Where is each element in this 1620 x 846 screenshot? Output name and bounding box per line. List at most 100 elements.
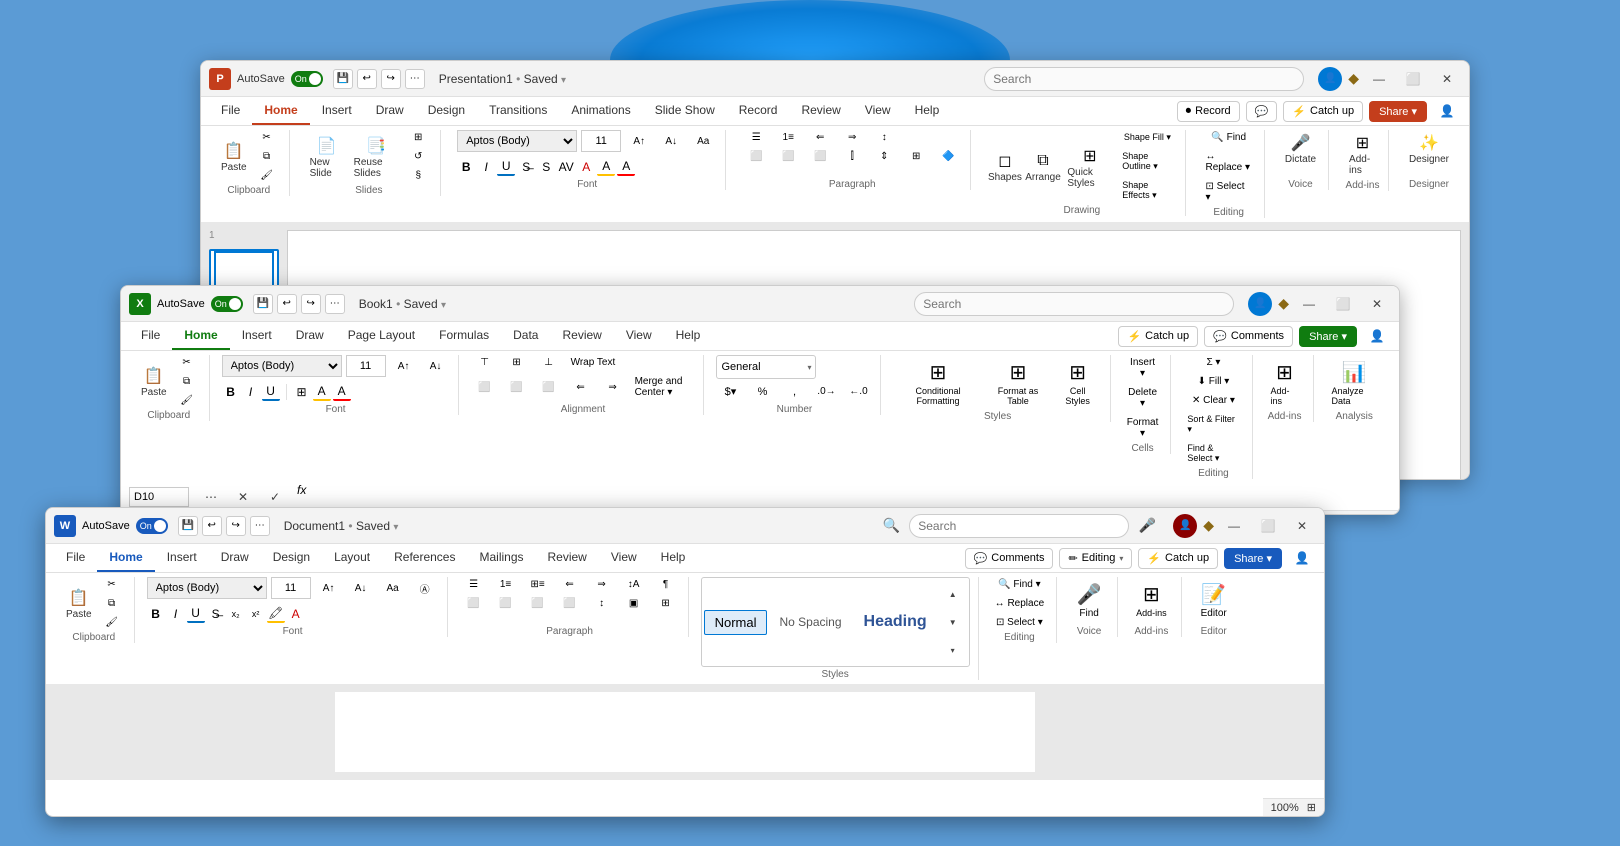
wd-person-icon[interactable]: 👤: [1288, 544, 1316, 572]
wd-strikethrough-btn[interactable]: S̶: [207, 605, 225, 623]
wd-indent-inc-btn[interactable]: ⇒: [588, 577, 616, 592]
pp-dictate-btn[interactable]: 🎤 Dictate: [1281, 130, 1320, 167]
wd-tab-review[interactable]: Review: [536, 544, 599, 572]
pp-minimize-btn[interactable]: —: [1365, 65, 1393, 93]
pp-font-shrink-btn[interactable]: A↓: [657, 134, 685, 149]
xl-addins-btn[interactable]: ⊞ Add-ins: [1265, 355, 1305, 409]
pp-font-select[interactable]: Aptos (Body): [457, 130, 577, 152]
wd-font-select[interactable]: Aptos (Body): [147, 577, 267, 599]
xl-fill-color-btn[interactable]: A: [313, 383, 331, 401]
wd-style-heading[interactable]: Heading: [854, 609, 937, 635]
pp-tab-review[interactable]: Review: [789, 97, 852, 125]
xl-save-icon[interactable]: 💾: [253, 294, 273, 314]
xl-sum-btn[interactable]: Σ ▾: [1183, 355, 1243, 370]
wd-comments-btn[interactable]: 💬 Comments: [965, 548, 1054, 569]
xl-user-avatar[interactable]: 👤: [1248, 292, 1272, 316]
pp-reuse-slides-btn[interactable]: 📑 Reuse Slides: [350, 133, 403, 181]
xl-tab-formulas[interactable]: Formulas: [427, 322, 501, 350]
wd-minimize-btn[interactable]: —: [1220, 512, 1248, 540]
wd-editor-btn[interactable]: 📝 Editor: [1194, 577, 1234, 622]
wd-underline-btn[interactable]: U: [187, 605, 205, 623]
pp-tab-insert[interactable]: Insert: [310, 97, 364, 125]
xl-copilot-icon[interactable]: ◆: [1278, 295, 1289, 312]
xl-tab-help[interactable]: Help: [664, 322, 713, 350]
wd-style-no-spacing[interactable]: No Spacing: [769, 611, 851, 633]
pp-underline-btn[interactable]: U: [497, 158, 515, 176]
wd-tab-draw[interactable]: Draw: [209, 544, 261, 572]
xl-formula-input[interactable]: [314, 487, 1391, 507]
wd-copy-btn[interactable]: ⧉: [98, 596, 126, 611]
pp-tab-transitions[interactable]: Transitions: [477, 97, 559, 125]
pp-tab-help[interactable]: Help: [903, 97, 952, 125]
pp-reset-btn[interactable]: ↺: [404, 149, 432, 164]
xl-top-align-btn[interactable]: ⊤: [471, 355, 499, 370]
wd-format-painter-btn[interactable]: 🖌: [98, 615, 126, 630]
xl-tab-review[interactable]: Review: [550, 322, 613, 350]
wd-subscript-btn[interactable]: x₂: [227, 605, 245, 623]
xl-indent-inc-btn[interactable]: ⇒: [599, 380, 627, 395]
xl-currency-btn[interactable]: $▾: [716, 383, 744, 400]
xl-find-select-btn[interactable]: Find & Select ▾: [1183, 441, 1243, 466]
pp-quick-styles-btn[interactable]: ⊞ Quick Styles: [1063, 143, 1116, 191]
wd-undo-icon[interactable]: ↩: [202, 516, 222, 536]
xl-align-left-btn[interactable]: ⬜: [471, 380, 499, 395]
wd-font-color-btn[interactable]: A: [287, 605, 305, 623]
wd-paste-btn[interactable]: 📋 Paste: [62, 585, 96, 622]
pp-col-btn[interactable]: ⫿: [838, 149, 866, 164]
xl-tab-draw[interactable]: Draw: [284, 322, 336, 350]
wd-tab-home[interactable]: Home: [97, 544, 154, 572]
wd-clear-format-btn[interactable]: Ⓐ: [411, 579, 439, 598]
pp-tab-home[interactable]: Home: [252, 97, 309, 125]
xl-tab-data[interactable]: Data: [501, 322, 550, 350]
wd-maximize-btn[interactable]: ⬜: [1254, 512, 1282, 540]
pp-find-btn[interactable]: 🔍 Find: [1202, 130, 1256, 145]
pp-cut-btn[interactable]: ✂: [253, 130, 281, 145]
wd-font-size-input[interactable]: [271, 577, 311, 599]
xl-insert-btn[interactable]: Insert ▾: [1123, 355, 1163, 381]
pp-redo-icon[interactable]: ↪: [381, 69, 401, 89]
pp-share-btn[interactable]: Share ▾: [1369, 101, 1427, 122]
wd-editing-btn[interactable]: ✏ Editing ▾: [1059, 548, 1132, 569]
xl-undo-icon[interactable]: ↩: [277, 294, 297, 314]
xl-cell-ref-input[interactable]: [129, 487, 189, 507]
wd-tab-layout[interactable]: Layout: [322, 544, 382, 572]
wd-save-icon[interactable]: 💾: [178, 516, 198, 536]
pp-font-size-input[interactable]: [581, 130, 621, 152]
wd-doc-area[interactable]: [46, 684, 1324, 780]
wd-user-avatar[interactable]: 👤: [1173, 514, 1197, 538]
pp-indent-inc-btn[interactable]: ⇒: [838, 130, 866, 145]
xl-tab-pagelayout[interactable]: Page Layout: [336, 322, 427, 350]
xl-cut-btn[interactable]: ✂: [173, 355, 201, 370]
pp-numbering-btn[interactable]: 1≡: [774, 130, 802, 145]
xl-search-input[interactable]: [914, 292, 1234, 316]
pp-shape-fill-btn[interactable]: Shape Fill ▾: [1118, 130, 1176, 145]
wd-share-btn[interactable]: Share ▾: [1224, 548, 1282, 569]
wd-tab-mailings[interactable]: Mailings: [467, 544, 535, 572]
pp-user-avatar[interactable]: 👤: [1318, 67, 1342, 91]
pp-autosave-toggle[interactable]: On: [291, 71, 323, 87]
pp-bullets-btn[interactable]: ☰: [742, 130, 770, 145]
wd-redo-icon[interactable]: ↪: [226, 516, 246, 536]
wd-dictate-btn[interactable]: 🎤 Find: [1069, 577, 1109, 622]
xl-analyze-data-btn[interactable]: 📊 Analyze Data: [1326, 355, 1383, 409]
xl-wrap-text-btn[interactable]: Wrap Text: [567, 355, 620, 370]
wd-show-para-btn[interactable]: ¶: [652, 577, 680, 592]
pp-comments-btn[interactable]: 💬: [1246, 101, 1278, 122]
xl-comma-btn[interactable]: ,: [780, 384, 808, 400]
wd-bullets-btn[interactable]: ☰: [460, 577, 488, 592]
pp-shapes-btn[interactable]: ◻ Shapes: [987, 148, 1022, 185]
pp-copilot-icon[interactable]: ◆: [1348, 70, 1359, 87]
pp-align-left-btn[interactable]: ⬜: [742, 149, 770, 164]
pp-maximize-btn[interactable]: ⬜: [1399, 65, 1427, 93]
pp-addins-btn[interactable]: ⊞ Add-ins: [1345, 130, 1380, 178]
xl-tab-insert[interactable]: Insert: [230, 322, 284, 350]
pp-align-center-btn[interactable]: ⬜: [774, 149, 802, 164]
pp-close-btn[interactable]: ✕: [1433, 65, 1461, 93]
wd-styles-down-btn[interactable]: ▼: [939, 608, 967, 636]
xl-font-color-btn[interactable]: A: [333, 383, 351, 401]
pp-shadow-btn[interactable]: S: [537, 158, 555, 176]
pp-highlight-btn[interactable]: A: [597, 158, 615, 176]
xl-indent-dec-btn[interactable]: ⇐: [567, 380, 595, 395]
xl-align-right-btn[interactable]: ⬜: [535, 380, 563, 395]
wd-border-btn[interactable]: ⊞: [652, 596, 680, 611]
